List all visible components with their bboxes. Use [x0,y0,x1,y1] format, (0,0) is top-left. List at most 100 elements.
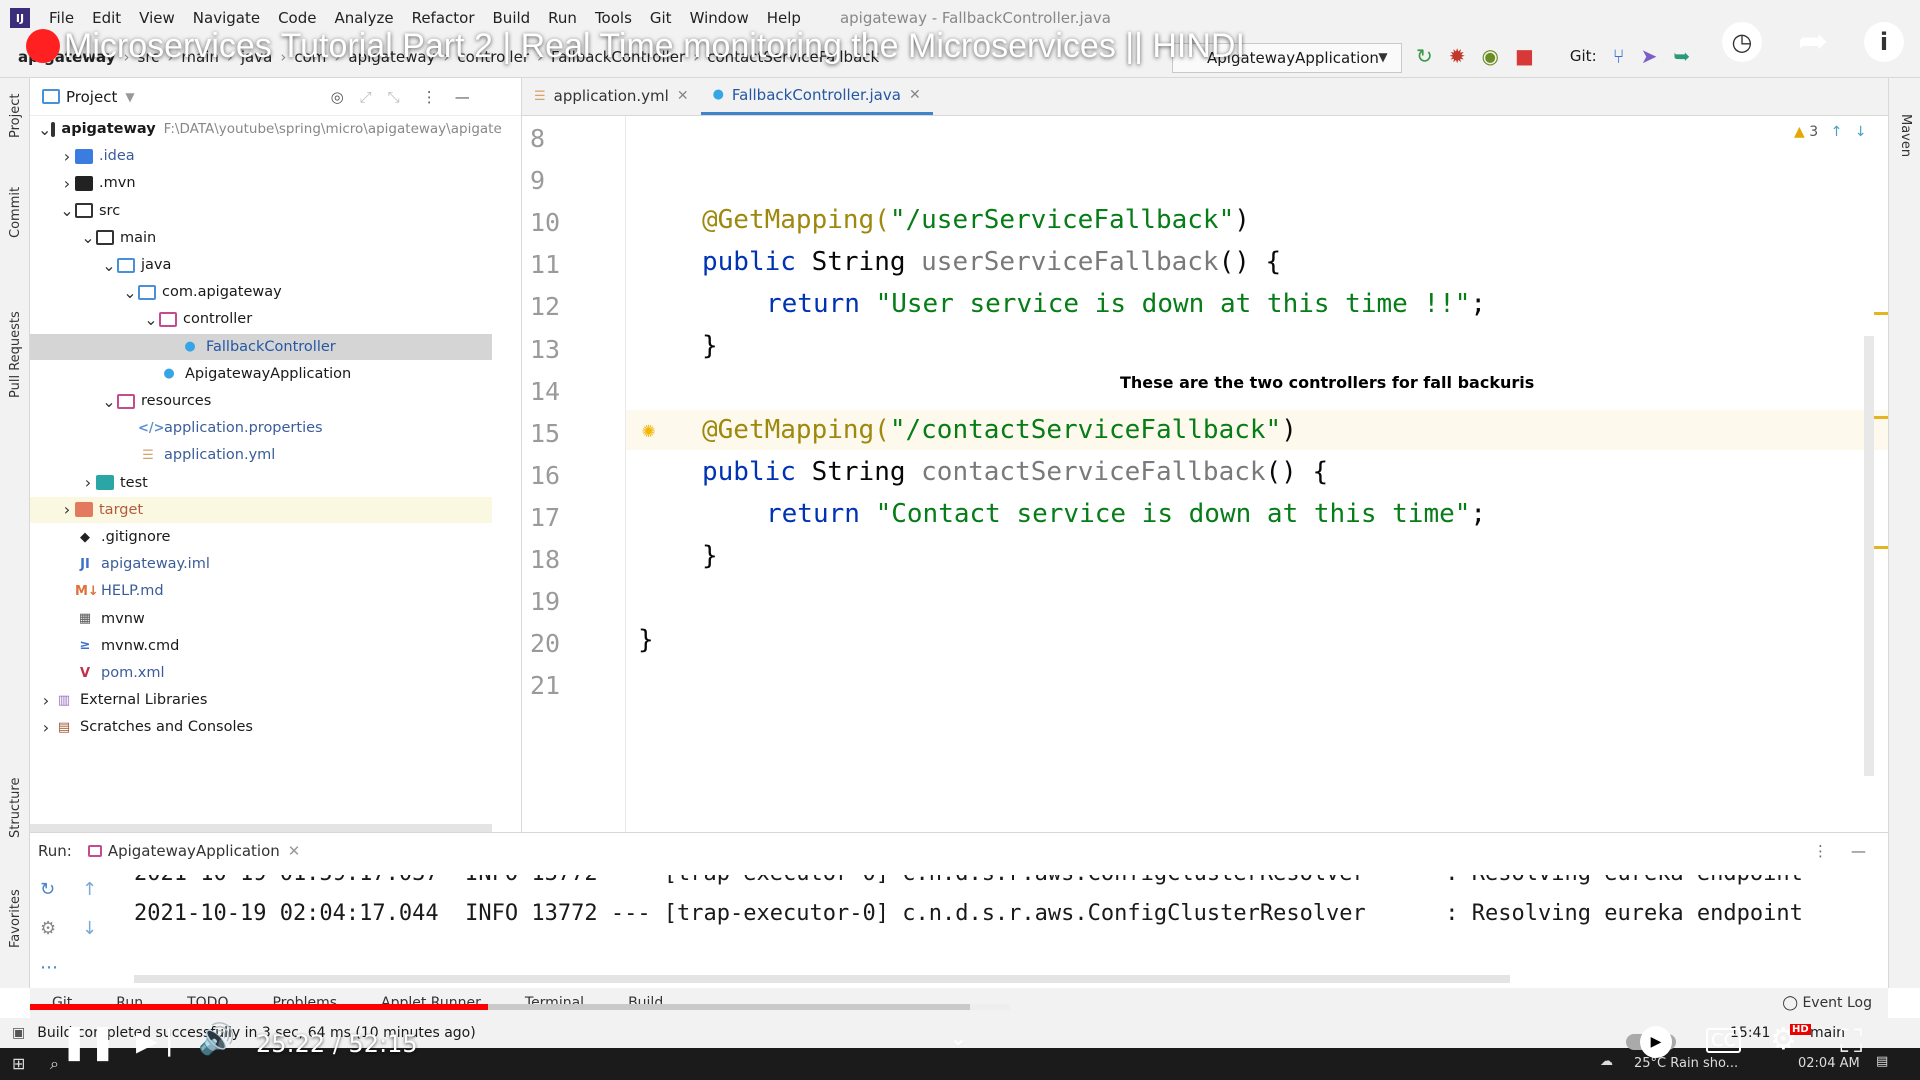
debug-icon[interactable]: ✹ [1449,44,1466,68]
up-arrow-icon[interactable]: ↑ [82,879,97,900]
side-tab-structure[interactable]: Structure [8,778,23,838]
blue-folder-icon [138,284,156,300]
next-video-icon[interactable]: ▶❘ [136,1024,181,1057]
inspection-widget[interactable]: ▲ 3 ↑ ↓ [1794,124,1867,140]
collapse-all-icon[interactable]: ⤡ [388,88,400,106]
tree-item-target[interactable]: › target [30,496,492,523]
tree-item-application-yml[interactable]: ☰ application.yml [30,442,492,468]
video-progress-bar[interactable] [30,1004,970,1010]
tree-item-apigateway-iml[interactable]: JI apigateway.iml [30,551,492,577]
error-stripe-mark[interactable] [1874,546,1888,549]
line-number: 20 [530,629,561,659]
chevron-down-icon[interactable]: ▼ [125,90,134,104]
run-tab[interactable]: ApigatewayApplication ✕ [87,842,301,860]
volume-icon[interactable]: 🔊 [198,1022,235,1057]
tree-item--mvn[interactable]: › .mvn [30,170,492,196]
tree-item-help-md[interactable]: M↓ HELP.md [30,578,492,604]
tree-item-pom-xml[interactable]: Vpom.xml [30,660,492,686]
black-folder-icon [75,175,93,191]
tree-item-test[interactable]: › test [30,470,492,496]
git-commit-icon[interactable]: ➥ [1673,44,1690,68]
chevron-right-icon[interactable]: › [59,174,75,193]
locate-icon[interactable]: ◎ [331,88,344,106]
tree-item-resources[interactable]: ⌄ resources [30,388,492,414]
previous-highlight-icon[interactable]: ↑ [1831,124,1843,140]
console-horizontal-scrollbar[interactable] [134,975,1510,983]
rerun-icon[interactable]: ↻ [40,879,58,900]
tree-item-controller[interactable]: ⌄ controller [30,306,492,332]
pause-icon[interactable]: ❚❚ [60,1022,117,1062]
options-icon[interactable]: ⋮ [422,88,437,106]
tree-item-main[interactable]: ⌄ main [30,225,492,251]
side-tab-maven[interactable]: Maven [1898,114,1913,157]
side-tab-commit[interactable]: Commit [8,187,23,238]
info-icon[interactable]: i [1864,22,1904,62]
lightbulb-icon[interactable]: ✺ [642,418,702,443]
tree-item-src[interactable]: ⌄ src [30,198,492,224]
hide-panel-icon[interactable]: — [455,88,470,106]
run-config-icon [87,845,102,857]
chevron-down-icon[interactable]: ⌄ [38,120,51,139]
down-arrow-icon[interactable]: ↓ [82,918,97,939]
tree-item-apigatewayapplication[interactable]: ● ApigatewayApplication [30,361,492,387]
chevron-down-icon[interactable]: ⌄ [101,256,117,275]
tree-item-apigateway[interactable]: ⌄ apigateway F:\DATA\youtube\spring\micro\… [30,116,502,142]
stop-icon[interactable]: ■ [1515,44,1534,68]
tree-item--idea[interactable]: › .idea [30,143,492,169]
chevron-right-icon[interactable]: › [38,718,54,737]
tree-item-mvnw[interactable]: ▦ mvnw [30,606,492,632]
side-tab-project[interactable]: Project [8,94,23,138]
hide-panel-icon[interactable]: — [1851,842,1866,860]
expand-all-icon[interactable]: ⤢ [360,88,372,106]
editor-vertical-scrollbar[interactable] [1864,336,1874,776]
tree-horizontal-scrollbar[interactable] [30,824,492,832]
more-icon[interactable]: ⋯ [40,957,58,978]
tree-item-fallbackcontroller[interactable]: ● FallbackController [30,333,492,360]
tree-item-application-properties[interactable]: </> application.properties [30,415,492,441]
tree-item-scratches-and-consoles[interactable]: › ▤ Scratches and Consoles [30,714,492,740]
chevron-down-icon[interactable]: ⌄ [80,228,96,247]
tree-item--gitignore[interactable]: ◆ .gitignore [30,524,492,550]
tree-item-mvnw-cmd[interactable]: ≥ mvnw.cmd [30,633,492,659]
code-editor[interactable]: @GetMapping("/userServiceFallback") publ… [626,116,1888,832]
side-tab-favorites[interactable]: Favorites [8,889,23,948]
coverage-icon[interactable]: ◉ [1482,44,1499,68]
share-icon[interactable]: ➦ [1798,22,1828,62]
captions-icon[interactable]: CC [1706,1028,1742,1053]
close-icon[interactable]: ✕ [909,87,921,103]
git-update-icon[interactable]: ⑂ [1613,44,1625,68]
code-line-12: return "User service is down at this tim… [766,284,1486,324]
error-stripe-mark[interactable] [1874,312,1888,315]
error-stripe-mark[interactable] [1874,416,1888,419]
chevron-right-icon[interactable]: › [59,147,75,166]
project-panel-title[interactable]: Project [66,88,117,106]
chevron-down-icon[interactable]: ⌄ [59,201,75,220]
chevron-down-icon[interactable]: ⌄ [950,1026,967,1050]
watch-later-icon[interactable]: ◷ [1721,22,1762,62]
rerun-icon[interactable]: ↻ [1416,44,1433,68]
chevron-down-icon[interactable]: ⌄ [122,283,138,302]
git-push-icon[interactable]: ➤ [1641,44,1658,68]
video-title[interactable]: Microservices Tutorial Part 2 | Real Tim… [26,20,1245,72]
chevron-right-icon[interactable]: › [38,691,54,710]
close-icon[interactable]: ✕ [677,88,689,104]
tree-item-java[interactable]: ⌄ java [30,252,492,278]
exit-fullscreen-icon[interactable]: ⛶ [1840,1022,1862,1061]
method-name: userServiceFallback [921,247,1219,277]
settings-gear-icon[interactable]: ⚙ [40,918,58,939]
next-highlight-icon[interactable]: ↓ [1855,124,1867,140]
event-log-tab[interactable]: ◯ Event Log [1782,995,1872,1011]
chevron-down-icon[interactable]: ⌄ [101,392,117,411]
chevron-right-icon[interactable]: › [59,500,75,519]
channel-avatar[interactable] [26,29,60,63]
code-punct: () { [1265,457,1329,487]
editor-tab-application-yml[interactable]: ☰ application.yml ✕ [522,77,701,115]
tree-item-external-libraries[interactable]: › ▥ External Libraries [30,687,492,713]
side-tab-pull-requests[interactable]: Pull Requests [8,311,23,398]
tree-item-com-apigateway[interactable]: ⌄ com.apigateway [30,279,492,305]
options-icon[interactable]: ⋮ [1813,842,1828,860]
chevron-right-icon[interactable]: › [80,473,96,492]
close-icon[interactable]: ✕ [288,842,301,860]
chevron-down-icon[interactable]: ⌄ [143,310,159,329]
editor-tab-fallbackcontroller-java[interactable]: ● FallbackController.java ✕ [700,77,933,115]
